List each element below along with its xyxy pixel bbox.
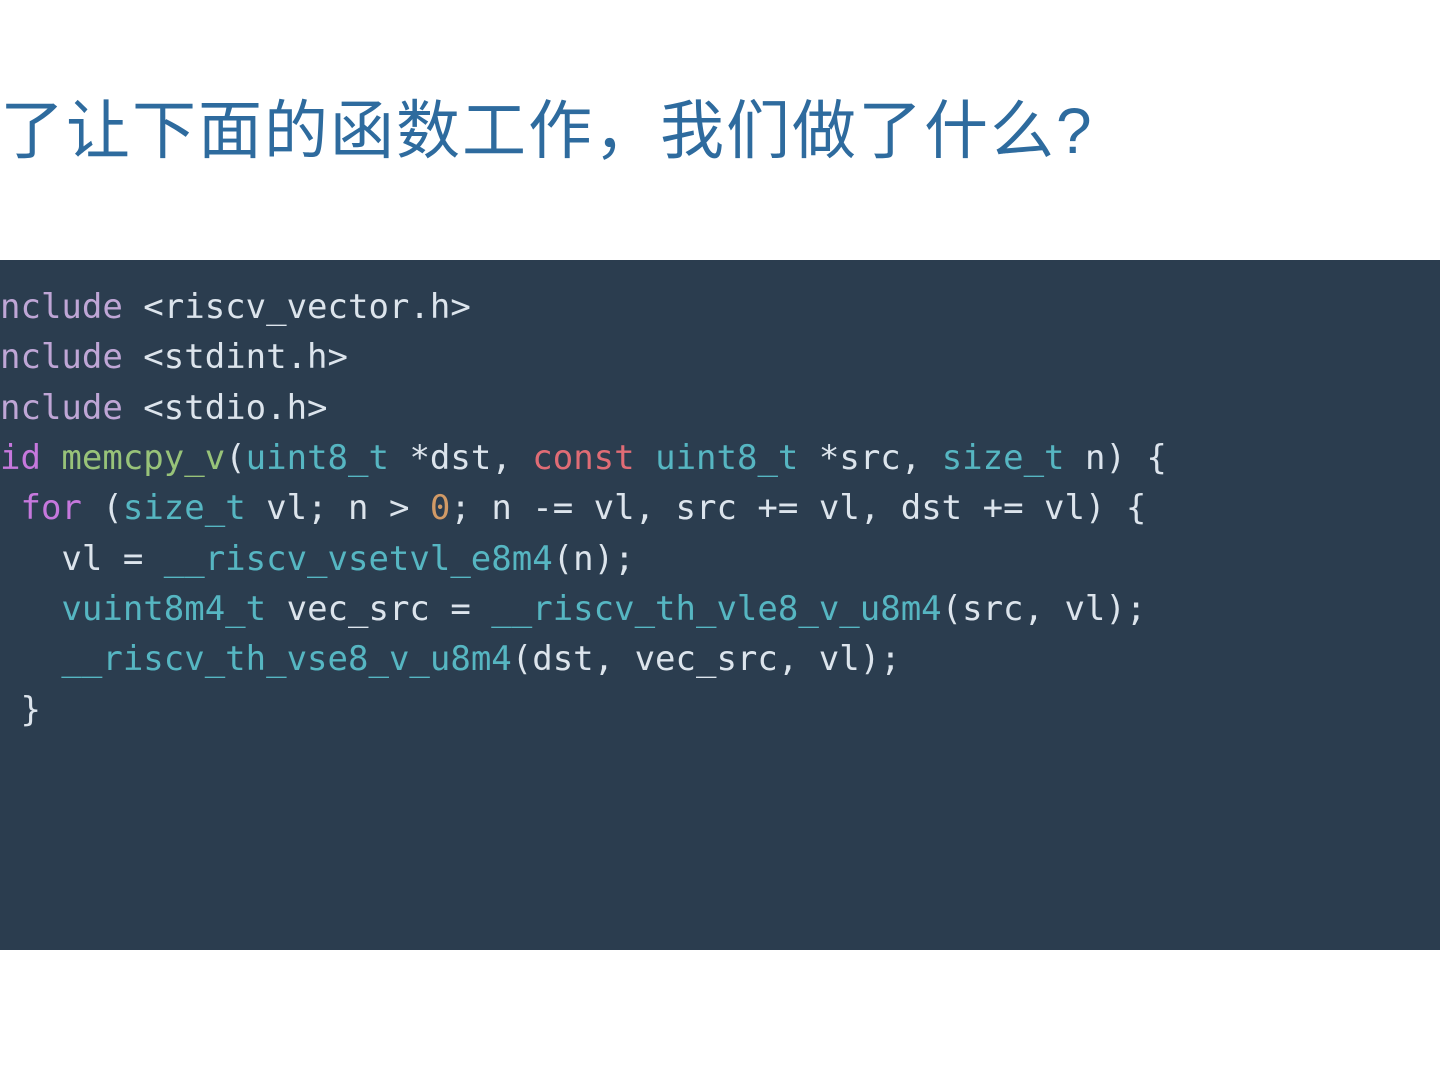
code-line-7: vl = __riscv_vsetvl_e8m4(n);	[0, 534, 1440, 584]
paren: (	[82, 488, 123, 528]
return-type: id	[0, 438, 61, 478]
slide: 了让下面的函数工作，我们做了什么? nclude <riscv_vector.h…	[0, 0, 1440, 1080]
indent: vl =	[0, 539, 164, 579]
param: *src,	[798, 438, 941, 478]
var-type: size_t	[123, 488, 246, 528]
param: *dst,	[389, 438, 532, 478]
for-cond: vl; n >	[246, 488, 430, 528]
call-args: (n);	[553, 539, 635, 579]
assign: vec_src =	[266, 589, 491, 629]
code-line-8: vuint8m4_t vec_src = __riscv_th_vle8_v_u…	[0, 584, 1440, 634]
include-keyword: nclude	[0, 287, 123, 327]
paren: (	[225, 438, 245, 478]
space	[635, 438, 655, 478]
code-line-10: }	[0, 685, 1440, 735]
param-type: size_t	[942, 438, 1065, 478]
const-keyword: const	[532, 438, 634, 478]
indent	[0, 589, 61, 629]
intrinsic-call: __riscv_vsetvl_e8m4	[164, 539, 553, 579]
intrinsic-call: __riscv_th_vle8_v_u8m4	[491, 589, 941, 629]
brace: }	[0, 690, 41, 730]
for-keyword: for	[0, 488, 82, 528]
call-args: (dst, vec_src, vl);	[512, 639, 901, 679]
code-line-2: nclude <stdint.h>	[0, 332, 1440, 382]
include-target: <riscv_vector.h>	[123, 287, 471, 327]
param-type: uint8_t	[655, 438, 798, 478]
for-update: ; n -= vl, src += vl, dst += vl) {	[450, 488, 1146, 528]
param: n) {	[1065, 438, 1167, 478]
code-line-6: for (size_t vl; n > 0; n -= vl, src += v…	[0, 483, 1440, 533]
code-line-1: nclude <riscv_vector.h>	[0, 282, 1440, 332]
include-target: <stdio.h>	[123, 388, 328, 428]
call-args: (src, vl);	[942, 589, 1147, 629]
code-line-5: id memcpy_v(uint8_t *dst, const uint8_t …	[0, 433, 1440, 483]
intrinsic-call: __riscv_th_vse8_v_u8m4	[61, 639, 511, 679]
function-name: memcpy_v	[61, 438, 225, 478]
include-keyword: nclude	[0, 388, 123, 428]
slide-title: 了让下面的函数工作，我们做了什么?	[0, 80, 1440, 172]
indent	[0, 639, 61, 679]
param-type: uint8_t	[246, 438, 389, 478]
include-keyword: nclude	[0, 337, 123, 377]
var-type: vuint8m4_t	[61, 589, 266, 629]
include-target: <stdint.h>	[123, 337, 348, 377]
number-literal: 0	[430, 488, 450, 528]
code-line-9: __riscv_th_vse8_v_u8m4(dst, vec_src, vl)…	[0, 634, 1440, 684]
code-block: nclude <riscv_vector.h>nclude <stdint.h>…	[0, 260, 1440, 950]
code-line-3: nclude <stdio.h>	[0, 383, 1440, 433]
